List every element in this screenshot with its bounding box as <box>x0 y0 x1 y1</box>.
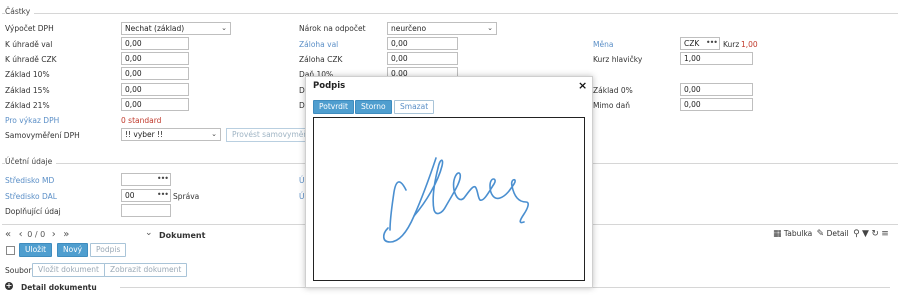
stredisko-dal-name: Správa <box>173 192 200 201</box>
search-icon[interactable]: ⚲ <box>853 229 860 239</box>
k-uhrade-val-field[interactable]: 0,00 <box>121 37 189 50</box>
plus-icon[interactable]: + <box>5 282 13 290</box>
zaklad-21-label: Základ 21% <box>5 101 50 110</box>
samovymereni-label: Samovyměření DPH <box>5 131 80 140</box>
signature-drawing <box>382 157 529 243</box>
edit-icon[interactable]: ✎ <box>817 229 825 239</box>
zaklad-0-field[interactable]: 0,00 <box>680 83 753 96</box>
doplnujici-label: Doplňující údaj <box>5 207 61 216</box>
chevron-down-icon: ⌄ <box>211 130 217 138</box>
vlozit-dokument-button[interactable]: Vložit dokument <box>32 263 105 277</box>
refresh-icon[interactable]: ↻ <box>871 229 879 239</box>
vypocet-dph-select[interactable]: Nechat (základ) ⌄ <box>121 22 231 35</box>
select-checkbox[interactable] <box>6 246 15 255</box>
ulozit-button[interactable]: Uložit <box>19 243 53 257</box>
close-icon[interactable]: × <box>578 79 587 92</box>
more-dots-icon: ••• <box>156 174 169 183</box>
first-page-icon[interactable]: « <box>5 229 11 240</box>
tabulka-link[interactable]: Tabulka <box>784 229 812 238</box>
smazat-button[interactable]: Smazat <box>394 100 435 114</box>
narok-select[interactable]: neurčeno ⌄ <box>387 22 497 35</box>
samovymereni-select[interactable]: !! vyber !! ⌄ <box>121 128 221 141</box>
pager-text: 0 / 0 <box>27 230 46 239</box>
kurz-hlavicky-label: Kurz hlavičky <box>593 55 643 64</box>
zaklad-10-label: Základ 10% <box>5 70 50 79</box>
mimo-dan-field[interactable]: 0,00 <box>680 98 753 111</box>
castky-section-line <box>2 13 898 14</box>
zaloha-val-field[interactable]: 0,00 <box>387 37 458 50</box>
novy-button[interactable]: Nový <box>57 243 89 257</box>
last-page-icon[interactable]: » <box>63 229 69 240</box>
k-uhrade-czk-label: K úhradě CZK <box>5 55 57 64</box>
provest-samovymereni-button[interactable]: Provést samovyměření <box>226 128 312 142</box>
ucetni-section-title: Účetní údaje <box>5 157 57 166</box>
pager: « ‹ 0 / 0 › » <box>5 229 69 240</box>
prev-page-icon[interactable]: ‹ <box>19 229 23 240</box>
narok-value: neurčeno <box>391 24 427 33</box>
stredisko-md-label: Středisko MD <box>5 176 55 185</box>
mimo-dan-label: Mimo daň <box>593 101 630 110</box>
zaklad-15-label: Základ 15% <box>5 86 50 95</box>
soubor-label: Soubor <box>5 266 32 275</box>
kurz-hlavicky-field[interactable]: 1,00 <box>680 52 753 65</box>
zaklad-0-label: Základ 0% <box>593 86 633 95</box>
signature-dialog: Podpis × Potvrdit Storno Smazat <box>305 76 593 288</box>
samovymereni-value: !! vyber !! <box>125 130 164 139</box>
doplnujici-field[interactable] <box>121 204 171 217</box>
vypocet-dph-value: Nechat (základ) <box>125 24 185 33</box>
stredisko-dal-label: Středisko DAL <box>5 192 57 201</box>
filter-icon[interactable]: ▼ <box>862 229 869 239</box>
k-uhrade-czk-field[interactable]: 0,00 <box>121 52 189 65</box>
podpis-button[interactable]: Podpis <box>90 243 127 257</box>
storno-button[interactable]: Storno <box>355 100 392 114</box>
signature-canvas[interactable] <box>313 117 585 281</box>
pro-vykaz-dph-label: Pro výkaz DPH <box>5 116 60 125</box>
stredisko-dal-value: 00 <box>125 191 135 200</box>
kurz-label: Kurz <box>723 40 740 49</box>
zaklad-15-field[interactable]: 0,00 <box>121 83 189 96</box>
more-dots-icon: ••• <box>705 38 718 47</box>
zaloha-czk-label: Záloha CZK <box>299 55 343 64</box>
mena-value: CZK <box>684 39 700 48</box>
potvrdit-button[interactable]: Potvrdit <box>313 100 354 114</box>
kurz-value: 1,00 <box>741 40 758 49</box>
zaloha-val-label: Záloha val <box>299 40 339 49</box>
mena-label: Měna <box>593 40 614 49</box>
dokument-chevron-icon[interactable]: ⌄ <box>145 228 153 238</box>
dokument-title: Dokument <box>159 231 206 240</box>
zaklad-10-field[interactable]: 0,00 <box>121 67 189 80</box>
zaklad-21-field[interactable]: 0,00 <box>121 98 189 111</box>
detail-link[interactable]: Detail <box>827 229 849 238</box>
dan-15-label: D <box>299 86 305 95</box>
view-controls: ▦ Tabulka ✎ Detail ⚲ ▼ ↻ ≡ <box>773 229 889 239</box>
chevron-down-icon: ⌄ <box>221 24 227 32</box>
truncated-label-1: Ú <box>299 176 305 185</box>
dialog-title: Podpis <box>313 81 346 91</box>
mena-field[interactable]: CZK ••• <box>680 37 720 50</box>
more-dots-icon: ••• <box>156 190 169 199</box>
dan-21-label: D <box>299 101 305 110</box>
detail-dokumentu-label[interactable]: Detail dokumentu <box>21 283 97 292</box>
next-page-icon[interactable]: › <box>52 229 56 240</box>
menu-icon[interactable]: ≡ <box>881 229 889 239</box>
k-uhrade-val-label: K úhradě val <box>5 40 53 49</box>
castky-section-title: Částky <box>5 7 35 16</box>
pro-vykaz-dph-value: 0 standard <box>121 116 162 125</box>
stredisko-md-field[interactable]: ••• <box>121 173 171 186</box>
narok-label: Nárok na odpočet <box>299 24 366 33</box>
zaloha-czk-field[interactable]: 0,00 <box>387 52 458 65</box>
truncated-label-2: Ú <box>299 192 305 201</box>
vypocet-dph-label: Výpočet DPH <box>5 24 54 33</box>
table-icon[interactable]: ▦ <box>773 229 782 239</box>
stredisko-dal-field[interactable]: 00 ••• <box>121 189 171 202</box>
chevron-down-icon: ⌄ <box>487 24 493 32</box>
zobrazit-dokument-button[interactable]: Zobrazit dokument <box>104 263 188 277</box>
